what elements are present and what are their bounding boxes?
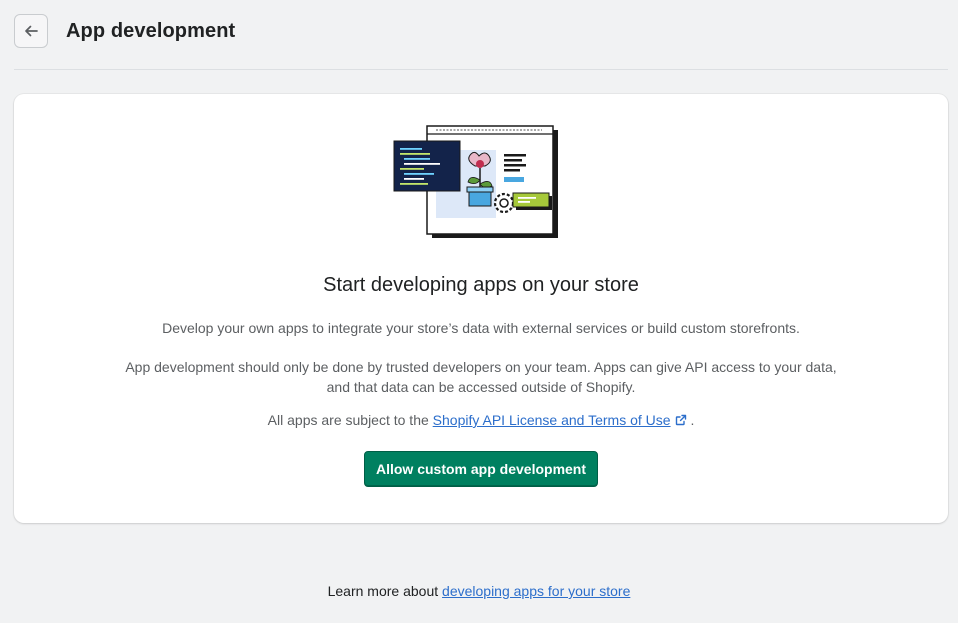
back-button[interactable] <box>14 14 48 48</box>
developing-apps-link[interactable]: developing apps for your store <box>442 583 630 599</box>
empty-state-heading: Start developing apps on your store <box>323 274 639 296</box>
warning-text: App development should only be done by t… <box>14 357 948 397</box>
terms-link-label: Shopify API License and Terms of Use <box>432 412 671 428</box>
terms-suffix: . <box>690 412 695 428</box>
header-divider <box>14 69 948 70</box>
arrow-left-icon <box>25 25 38 37</box>
app-development-page: App development Start developing apps on… <box>0 0 958 623</box>
warning-line-1: App development should only be done by t… <box>125 359 837 375</box>
external-link-icon <box>675 414 686 426</box>
page-title: App development <box>66 19 236 42</box>
empty-state-card: Start developing apps on your store Deve… <box>14 94 948 523</box>
terms-link[interactable]: Shopify API License and Terms of Use <box>433 412 687 428</box>
allow-custom-app-development-button[interactable]: Allow custom app development <box>364 451 598 487</box>
warning-line-2: and that data can be accessed outside of… <box>326 379 636 395</box>
terms-text: All apps are subject to the Shopify API … <box>14 412 948 428</box>
description-text: Develop your own apps to integrate your … <box>162 320 800 336</box>
terms-prefix: All apps are subject to the <box>267 412 429 428</box>
footer-prefix: Learn more about <box>327 583 439 599</box>
app-development-illustration <box>393 125 558 238</box>
page-header: App development <box>14 14 235 48</box>
footer-help-text: Learn more about developing apps for you… <box>0 583 958 599</box>
